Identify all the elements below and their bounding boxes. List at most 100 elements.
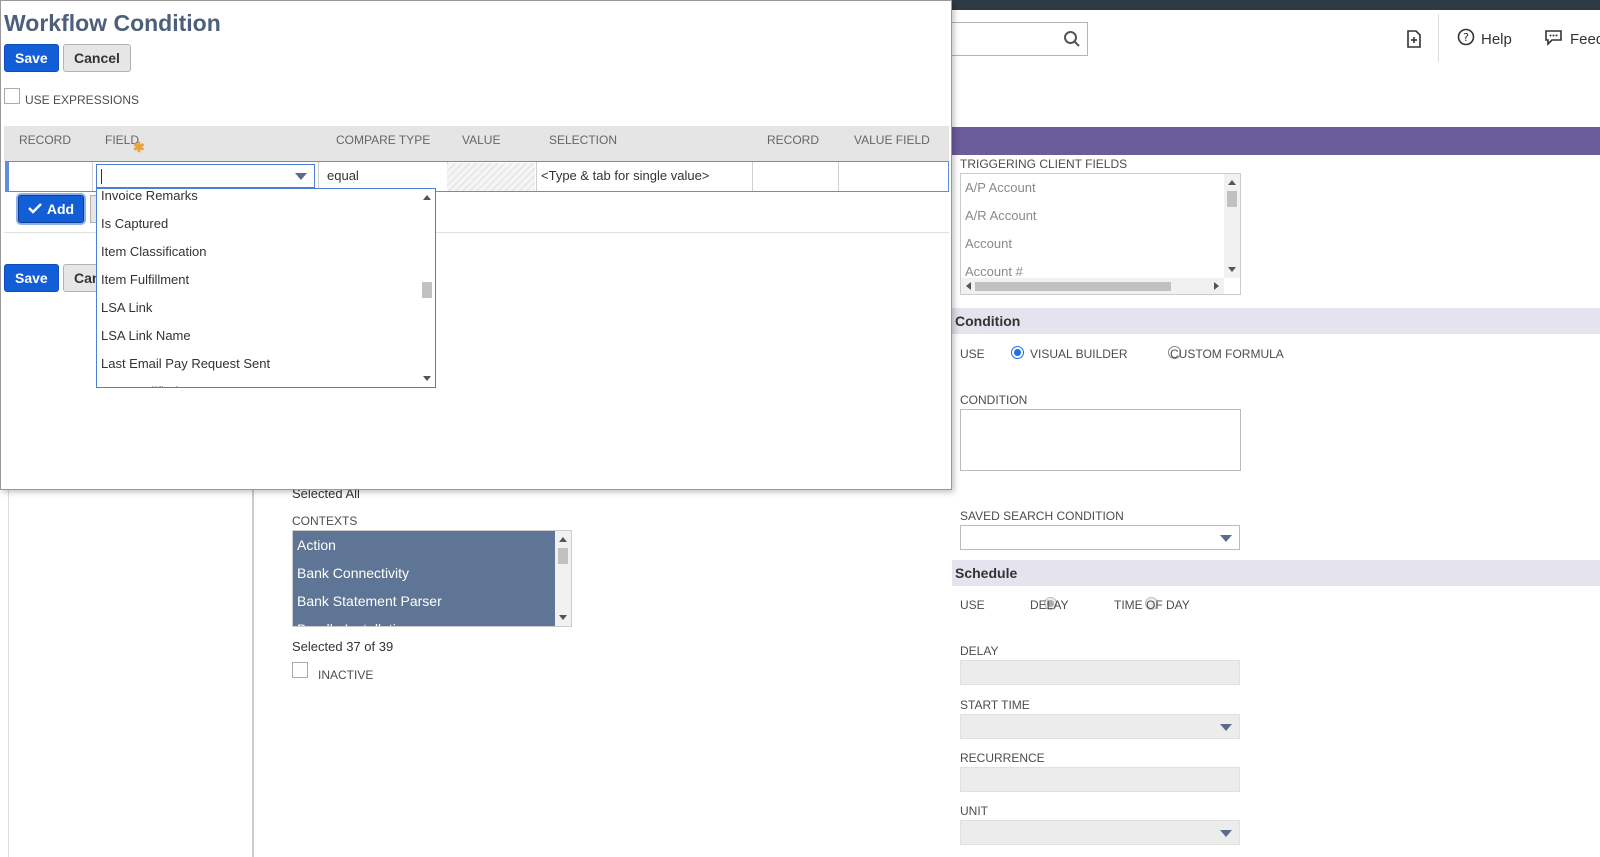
scroll-up-icon[interactable] — [559, 537, 567, 542]
chevron-down-icon — [1220, 830, 1232, 837]
feedback-link[interactable]: Feedback — [1544, 28, 1600, 50]
start-time-select[interactable] — [960, 714, 1240, 739]
custom-formula-label: CUSTOM FORMULA — [1170, 347, 1284, 361]
schedule-use-label: USE — [960, 598, 985, 612]
list-item[interactable]: A/P Account — [961, 174, 1240, 202]
col-selection: SELECTION — [549, 133, 618, 147]
col-compare-type: COMPARE TYPE — [336, 133, 431, 147]
scroll-up-icon[interactable] — [423, 195, 431, 200]
list-item[interactable]: Bank Connectivity — [293, 559, 571, 587]
chevron-down-icon — [1220, 535, 1232, 542]
condition-textarea[interactable] — [960, 409, 1241, 471]
selection-input[interactable]: <Type & tab for single value> — [541, 168, 709, 183]
saved-search-condition-select[interactable] — [960, 525, 1240, 550]
scroll-thumb[interactable] — [1227, 191, 1237, 207]
scroll-down-icon[interactable] — [559, 615, 567, 620]
dropdown-option[interactable]: LSA Link — [97, 294, 419, 322]
unit-select[interactable] — [960, 820, 1240, 845]
list-item[interactable]: Account — [961, 230, 1240, 258]
required-asterisk-icon: ✱ — [133, 139, 145, 155]
value-field-cell[interactable] — [839, 163, 947, 191]
use-label: USE — [960, 347, 985, 361]
scroll-down-icon[interactable] — [423, 376, 431, 381]
list-item[interactable]: Bank Statement Parser — [293, 587, 571, 615]
dropdown-option[interactable]: Is Captured — [97, 210, 419, 238]
recurrence-input[interactable] — [960, 767, 1240, 792]
list-item[interactable]: Bundle Installation — [293, 615, 571, 626]
condition-section-header: Condition — [952, 308, 1600, 334]
scroll-thumb[interactable] — [558, 548, 568, 564]
triggering-client-fields-list[interactable]: A/P Account A/R Account Account Account # — [960, 173, 1241, 295]
scroll-down-icon[interactable] — [1228, 267, 1236, 272]
delay-input[interactable] — [960, 660, 1240, 685]
record-cell[interactable] — [9, 163, 91, 190]
recurrence-label: RECURRENCE — [960, 751, 1045, 765]
col-value-field: VALUE FIELD — [854, 133, 930, 147]
inactive-checkbox[interactable] — [292, 662, 308, 678]
scroll-left-icon[interactable] — [966, 282, 971, 290]
list-item[interactable]: A/R Account — [961, 202, 1240, 230]
header-separator — [1438, 14, 1439, 62]
chevron-down-icon[interactable] — [295, 173, 307, 180]
condition-label: CONDITION — [960, 393, 1028, 407]
scroll-up-icon[interactable] — [1228, 180, 1236, 185]
contexts-list[interactable]: Action Bank Connectivity Bank Statement Pa… — [292, 530, 572, 627]
horizontal-scrollbar[interactable] — [961, 278, 1224, 294]
left-border — [8, 480, 9, 857]
visual-builder-radio[interactable] — [1011, 346, 1024, 359]
unit-label: UNIT — [960, 804, 988, 818]
visual-builder-label: VISUAL BUILDER — [1030, 347, 1128, 361]
vertical-scrollbar[interactable] — [1224, 174, 1240, 278]
dropdown-option[interactable]: Invoice Remarks — [97, 189, 419, 210]
saved-search-condition-label: SAVED SEARCH CONDITION — [960, 509, 1124, 523]
scroll-right-icon[interactable] — [1214, 282, 1219, 290]
record-2-cell[interactable] — [752, 163, 838, 191]
help-icon: ? — [1457, 28, 1475, 50]
global-search-input[interactable] — [935, 22, 1088, 56]
field-dropdown-list[interactable]: Invoice Remarks Is Captured Item Classific… — [96, 188, 436, 388]
vertical-scrollbar[interactable] — [419, 189, 435, 387]
dropdown-option[interactable]: Last Modified Date — [97, 378, 419, 387]
col-record-2: RECORD — [767, 133, 820, 147]
col-value: VALUE — [462, 133, 501, 147]
dropdown-option[interactable]: Item Fulfillment — [97, 266, 419, 294]
dropdown-option[interactable]: LSA Link Name — [97, 322, 419, 350]
dropdown-option[interactable]: Item Classification — [97, 238, 419, 266]
cancel-button[interactable]: Cancel — [63, 44, 131, 72]
recent-records-icon[interactable] — [1404, 28, 1424, 53]
time-of-day-label: TIME OF DAY — [1114, 598, 1190, 612]
use-expressions-label: USE EXPRESSIONS — [25, 93, 140, 107]
delay-radio-label: DELAY — [1030, 598, 1069, 612]
chevron-down-icon — [1220, 724, 1232, 731]
schedule-section-header: Schedule — [952, 560, 1600, 586]
svg-text:?: ? — [1463, 31, 1469, 44]
feedback-label: Feedback — [1570, 30, 1600, 48]
col-record: RECORD — [19, 133, 72, 147]
save-button[interactable]: Save — [4, 44, 59, 72]
save-button-bottom[interactable]: Save — [4, 264, 59, 292]
page-subheader-bar — [940, 127, 1600, 155]
contexts-label: CONTEXTS — [292, 514, 358, 528]
triggering-client-fields-label: TRIGGERING CLIENT FIELDS — [960, 157, 1128, 171]
help-link[interactable]: ? Help — [1457, 28, 1512, 50]
dropdown-option[interactable]: Last Email Pay Request Sent — [97, 350, 419, 378]
list-item[interactable]: Action — [293, 531, 571, 559]
help-label: Help — [1481, 30, 1512, 48]
add-button[interactable]: Add — [18, 195, 84, 223]
value-cell-disabled — [447, 163, 535, 191]
text-cursor — [101, 169, 102, 184]
dialog-title: Workflow Condition — [4, 10, 221, 36]
selected-count-text: Selected 37 of 39 — [292, 639, 394, 654]
use-expressions-checkbox[interactable] — [4, 88, 20, 104]
start-time-label: START TIME — [960, 698, 1030, 712]
checkmark-icon — [28, 201, 42, 217]
feedback-icon — [1544, 28, 1564, 50]
field-select[interactable] — [96, 164, 315, 188]
search-icon[interactable] — [1063, 30, 1081, 51]
column-divider — [252, 480, 254, 857]
compare-type-cell[interactable]: equal — [327, 168, 359, 183]
add-label: Add — [46, 201, 75, 217]
vertical-scrollbar[interactable] — [555, 531, 571, 626]
scroll-thumb[interactable] — [975, 282, 1171, 291]
scroll-thumb[interactable] — [422, 282, 432, 298]
